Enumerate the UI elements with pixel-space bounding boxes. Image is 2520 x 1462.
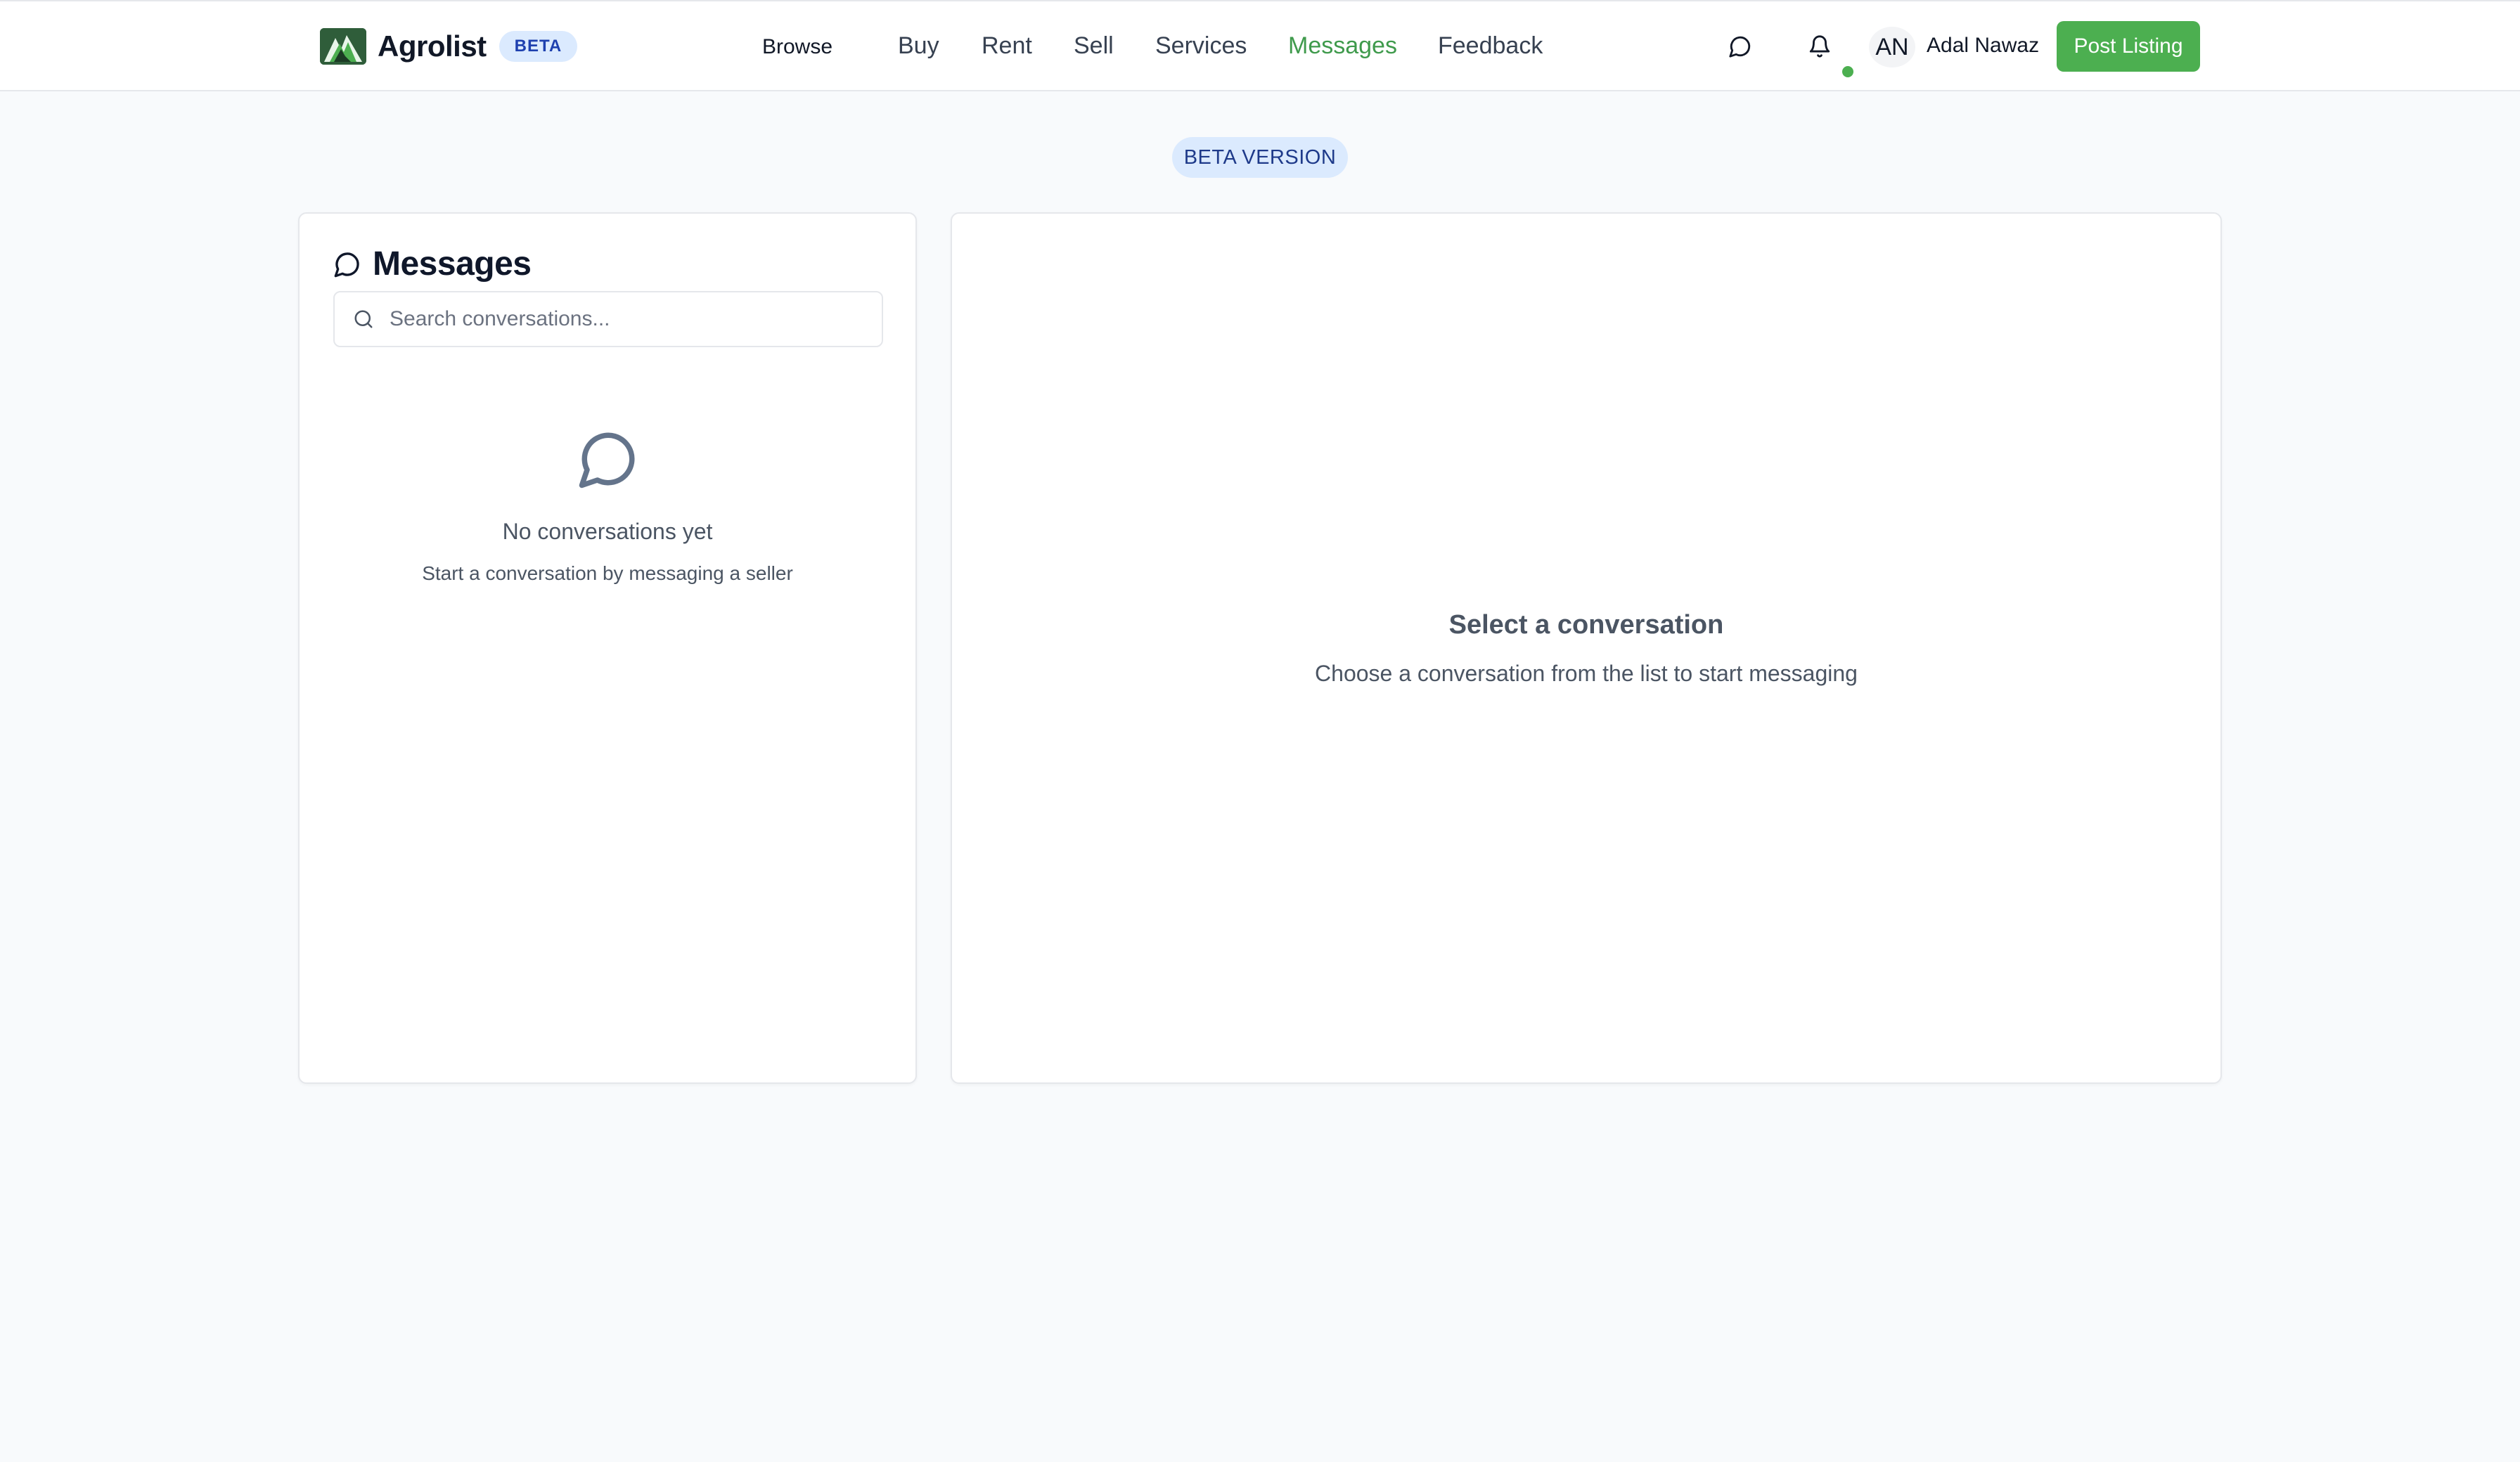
- search-icon: [352, 307, 375, 331]
- post-listing-button[interactable]: Post Listing: [2057, 21, 2200, 72]
- messages-icon[interactable]: [1721, 27, 1760, 66]
- beta-badge: BETA: [499, 31, 578, 62]
- user-avatar[interactable]: AN: [1869, 27, 1915, 67]
- beta-version-badge: BETA VERSION: [1172, 137, 1348, 178]
- online-status-dot: [1842, 66, 1853, 77]
- nav-browse[interactable]: Browse: [762, 35, 832, 59]
- empty-conversations-icon: [577, 427, 640, 494]
- brand-logo-link[interactable]: Agrolist BETA: [320, 27, 578, 66]
- user-name[interactable]: Adal Nawaz: [1927, 34, 2039, 58]
- agrolist-logo-icon: [320, 28, 366, 65]
- top-navigation-bar: Agrolist BETA Browse Buy Rent Sell Servi…: [0, 0, 2520, 91]
- nav-buy[interactable]: Buy: [898, 32, 939, 60]
- nav-feedback[interactable]: Feedback: [1438, 32, 1543, 60]
- conversations-panel: Messages No conversations yet Start a co…: [298, 212, 917, 1084]
- search-conversations-box[interactable]: [333, 291, 883, 347]
- select-conversation-subtitle: Choose a conversation from the list to s…: [1315, 661, 1858, 686]
- select-conversation-title: Select a conversation: [1448, 610, 1724, 640]
- brand-name: Agrolist: [378, 30, 487, 63]
- message-circle-icon: [334, 252, 359, 277]
- nav-messages[interactable]: Messages: [1288, 32, 1397, 60]
- search-conversations-input[interactable]: [390, 307, 868, 331]
- nav-rent[interactable]: Rent: [982, 32, 1032, 60]
- nav-sell[interactable]: Sell: [1074, 32, 1114, 60]
- nav-services[interactable]: Services: [1155, 32, 1247, 60]
- empty-conversations-subtitle: Start a conversation by messaging a sell…: [422, 562, 793, 584]
- conversations-title: Messages: [373, 245, 532, 283]
- notifications-bell-icon[interactable]: [1800, 27, 1839, 66]
- empty-conversations-title: No conversations yet: [502, 519, 713, 544]
- conversation-detail-panel: Select a conversation Choose a conversat…: [951, 212, 2222, 1084]
- conversations-header: Messages: [333, 245, 532, 283]
